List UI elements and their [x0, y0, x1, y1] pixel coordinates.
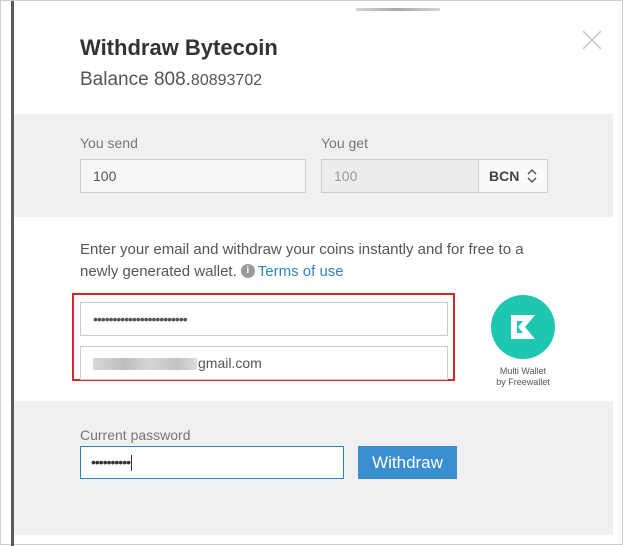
close-icon[interactable]	[581, 29, 603, 51]
redacted-blur	[93, 358, 197, 371]
you-get-label: You get	[321, 135, 368, 151]
you-get-input: 100	[321, 159, 479, 193]
email-description: Enter your email and withdraw your coins…	[80, 239, 560, 283]
caption-line2: by Freewallet	[496, 377, 550, 387]
password-value: ••••••••••	[91, 454, 131, 470]
multi-wallet-caption: Multi Wallet by Freewallet	[484, 366, 562, 388]
window-frame: Withdraw Bytecoin Balance 808.80893702 Y…	[0, 0, 623, 546]
you-send-label: You send	[80, 135, 138, 151]
masked-field[interactable]: ••••••••••••••••••••••••	[80, 302, 448, 336]
currency-select[interactable]: BCN	[478, 159, 548, 193]
withdraw-button[interactable]: Withdraw	[358, 446, 457, 479]
withdraw-dialog: Withdraw Bytecoin Balance 808.80893702 Y…	[14, 11, 613, 535]
email-field[interactable]: gmail.com	[80, 346, 448, 380]
updown-chevron-icon	[527, 168, 537, 184]
terms-of-use-link[interactable]: Terms of use	[258, 263, 344, 280]
password-section: Current password •••••••••• Withdraw	[14, 401, 613, 535]
current-password-label: Current password	[80, 427, 191, 443]
info-icon: i	[240, 264, 255, 279]
caption-line1: Multi Wallet	[499, 366, 547, 376]
currency-select-label: BCN	[489, 168, 520, 184]
multi-wallet-logo-icon[interactable]	[491, 295, 555, 359]
email-field-visible-text: gmail.com	[198, 355, 262, 371]
email-section: Enter your email and withdraw your coins…	[14, 217, 613, 401]
current-password-input[interactable]: ••••••••••	[80, 446, 344, 479]
text-caret	[131, 455, 133, 472]
amount-section: You send 100 You get 100 BCN	[14, 114, 613, 217]
dialog-title: Withdraw Bytecoin	[80, 35, 278, 60]
balance-prefix: Balance 808.	[80, 69, 191, 90]
balance-decimals: 80893702	[190, 72, 263, 89]
you-send-input[interactable]: 100	[80, 159, 306, 193]
balance-text: Balance 808.80893702	[80, 69, 262, 91]
